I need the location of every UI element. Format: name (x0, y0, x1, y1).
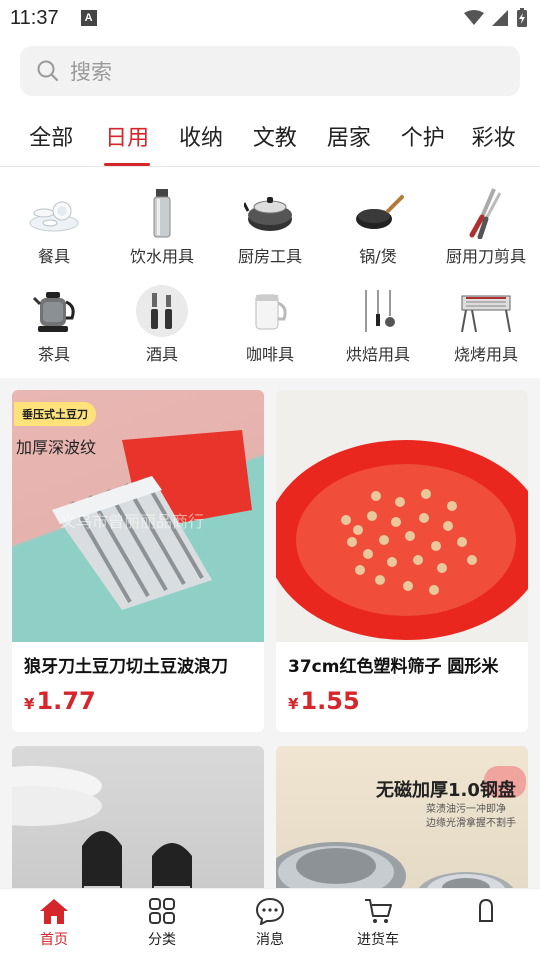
category-label: 茶具 (37, 345, 70, 364)
home-icon (40, 899, 68, 924)
tab-personal-care[interactable]: 个护 (398, 112, 447, 166)
price-value: 1.55 (300, 687, 360, 715)
wifi-icon (464, 10, 484, 25)
product-card[interactable]: 37cm红色塑料筛子 圆形米 ¥1.55 (276, 390, 528, 732)
status-time: 11:37 (10, 6, 59, 29)
product-card[interactable] (12, 746, 264, 888)
product-image (12, 746, 264, 888)
currency-symbol: ¥ (24, 695, 35, 713)
baking-tools-icon (365, 290, 395, 332)
cookware-icon (244, 197, 292, 231)
nav-label: 首页 (40, 932, 68, 948)
tab-daily[interactable]: 日用 (102, 112, 151, 166)
product-title: 狼牙刀土豆刀切土豆波浪刀 (24, 657, 228, 677)
nav-label: 进货车 (357, 932, 399, 948)
status-icons (464, 8, 528, 28)
profile-icon (479, 898, 493, 922)
kettle-icon (32, 292, 75, 332)
grid-icon (149, 898, 175, 924)
tab-all[interactable]: 全部 (0, 112, 102, 166)
battery-icon (517, 8, 527, 27)
product-image (276, 390, 528, 642)
signal-icon (492, 10, 508, 26)
category-tea-set[interactable]: 茶具 (0, 285, 108, 381)
salt-pepper-shakers-illustration (12, 766, 192, 888)
overlay-line1: 菜渍油污一冲即净 (426, 804, 506, 815)
tab-storage[interactable]: 收纳 (152, 112, 251, 166)
search-icon (37, 60, 59, 82)
header: 搜索 全部 日用 收纳 文教 居家 个护 彩妆 (0, 36, 540, 167)
search-input[interactable]: 搜索 (20, 46, 520, 96)
message-icon (255, 897, 285, 925)
category-knives-scissors[interactable]: 厨用刀剪具 (432, 187, 540, 283)
nav-category[interactable]: 分类 (108, 889, 216, 960)
currency-symbol: ¥ (288, 695, 299, 713)
nav-messages[interactable]: 消息 (216, 889, 324, 960)
overlay-line2: 边缘光滑拿握不割手 (426, 818, 516, 829)
app-screen: 11:37 A 搜索 全部 日用 收纳 文教 居家 个护 彩妆 餐具 饮水用具 … (0, 0, 540, 960)
coffee-mug-icon (255, 294, 287, 330)
category-label: 烧烤用具 (453, 345, 518, 364)
status-bar: 11:37 A (0, 0, 540, 36)
nav-cart[interactable]: 进货车 (324, 889, 432, 960)
wok-icon (356, 195, 404, 229)
category-label: 厨用刀剪具 (445, 247, 526, 266)
category-bbq[interactable]: 烧烤用具 (432, 285, 540, 381)
search-placeholder: 搜索 (70, 60, 112, 84)
nav-home[interactable]: 首页 (0, 889, 108, 960)
category-kitchen-tools[interactable]: 厨房工具 (216, 187, 324, 283)
watermark: 义乌市曾丽丽品商行 (60, 512, 205, 531)
category-pots[interactable]: 锅/煲 (324, 187, 432, 283)
category-label: 烘焙用具 (345, 345, 410, 364)
bottom-navigation: 首页 分类 消息 进货车 (0, 888, 540, 960)
category-drinkware[interactable]: 饮水用具 (108, 187, 216, 283)
product-image: 无磁加厚1.0钢盘 菜渍油污一冲即净 边缘光滑拿握不割手 (276, 746, 528, 888)
product-image: 垂压式土豆刀 加厚深波纹 义乌市曾丽丽品商行 (12, 390, 264, 642)
product-card[interactable]: 垂压式土豆刀 加厚深波纹 义乌市曾丽丽品商行 狼牙刀土豆刀切土豆波浪刀 ¥1.7… (12, 390, 264, 732)
nav-label: 消息 (256, 932, 284, 948)
subcategory-grid: 餐具 饮水用具 厨房工具 锅/煲 厨用刀剪具 茶具 酒具 咖啡具 烘焙用具 烧烤… (0, 167, 540, 378)
notification-icon: A (80, 10, 97, 26)
badge-line1: 垂压式土豆刀 (22, 408, 88, 421)
cart-icon (365, 899, 392, 923)
tab-home[interactable]: 居家 (300, 112, 399, 166)
product-price: ¥1.77 (12, 677, 264, 715)
category-tabs: 全部 日用 收纳 文教 居家 个护 彩妆 (0, 112, 540, 166)
badge-line2: 加厚深波纹 (16, 438, 97, 457)
product-title: 37cm红色塑料筛子 圆形米 (288, 657, 499, 677)
category-label: 饮水用具 (129, 247, 194, 266)
product-badge: 垂压式土豆刀 (14, 402, 96, 426)
category-tableware[interactable]: 餐具 (0, 187, 108, 283)
tab-makeup[interactable]: 彩妆 (447, 112, 540, 166)
overlay-title: 无磁加厚1.0钢盘 (376, 780, 516, 801)
nav-label: 分类 (148, 932, 176, 948)
category-baking[interactable]: 烘焙用具 (324, 285, 432, 381)
product-card[interactable]: 无磁加厚1.0钢盘 菜渍油污一冲即净 边缘光滑拿握不割手 (276, 746, 528, 888)
tableware-icon (29, 201, 79, 232)
tab-stationery[interactable]: 文教 (250, 112, 299, 166)
water-bottle-icon (153, 189, 171, 238)
category-label: 锅/煲 (359, 247, 397, 266)
category-label: 酒具 (145, 345, 178, 364)
nav-profile[interactable] (432, 889, 540, 960)
category-label: 餐具 (37, 247, 70, 266)
product-grid: 垂压式土豆刀 加厚深波纹 义乌市曾丽丽品商行 狼牙刀土豆刀切土豆波浪刀 ¥1.7… (0, 378, 540, 888)
red-sieve-illustration (276, 440, 528, 640)
category-label: 咖啡具 (245, 345, 294, 364)
scissors-icon (469, 188, 502, 239)
product-price: ¥1.55 (276, 677, 528, 715)
price-value: 1.77 (36, 687, 96, 715)
category-coffee[interactable]: 咖啡具 (216, 285, 324, 381)
category-label: 厨房工具 (237, 247, 302, 266)
grill-icon (461, 295, 511, 333)
category-bar-tools[interactable]: 酒具 (108, 285, 216, 381)
bar-tools-icon (151, 293, 172, 329)
